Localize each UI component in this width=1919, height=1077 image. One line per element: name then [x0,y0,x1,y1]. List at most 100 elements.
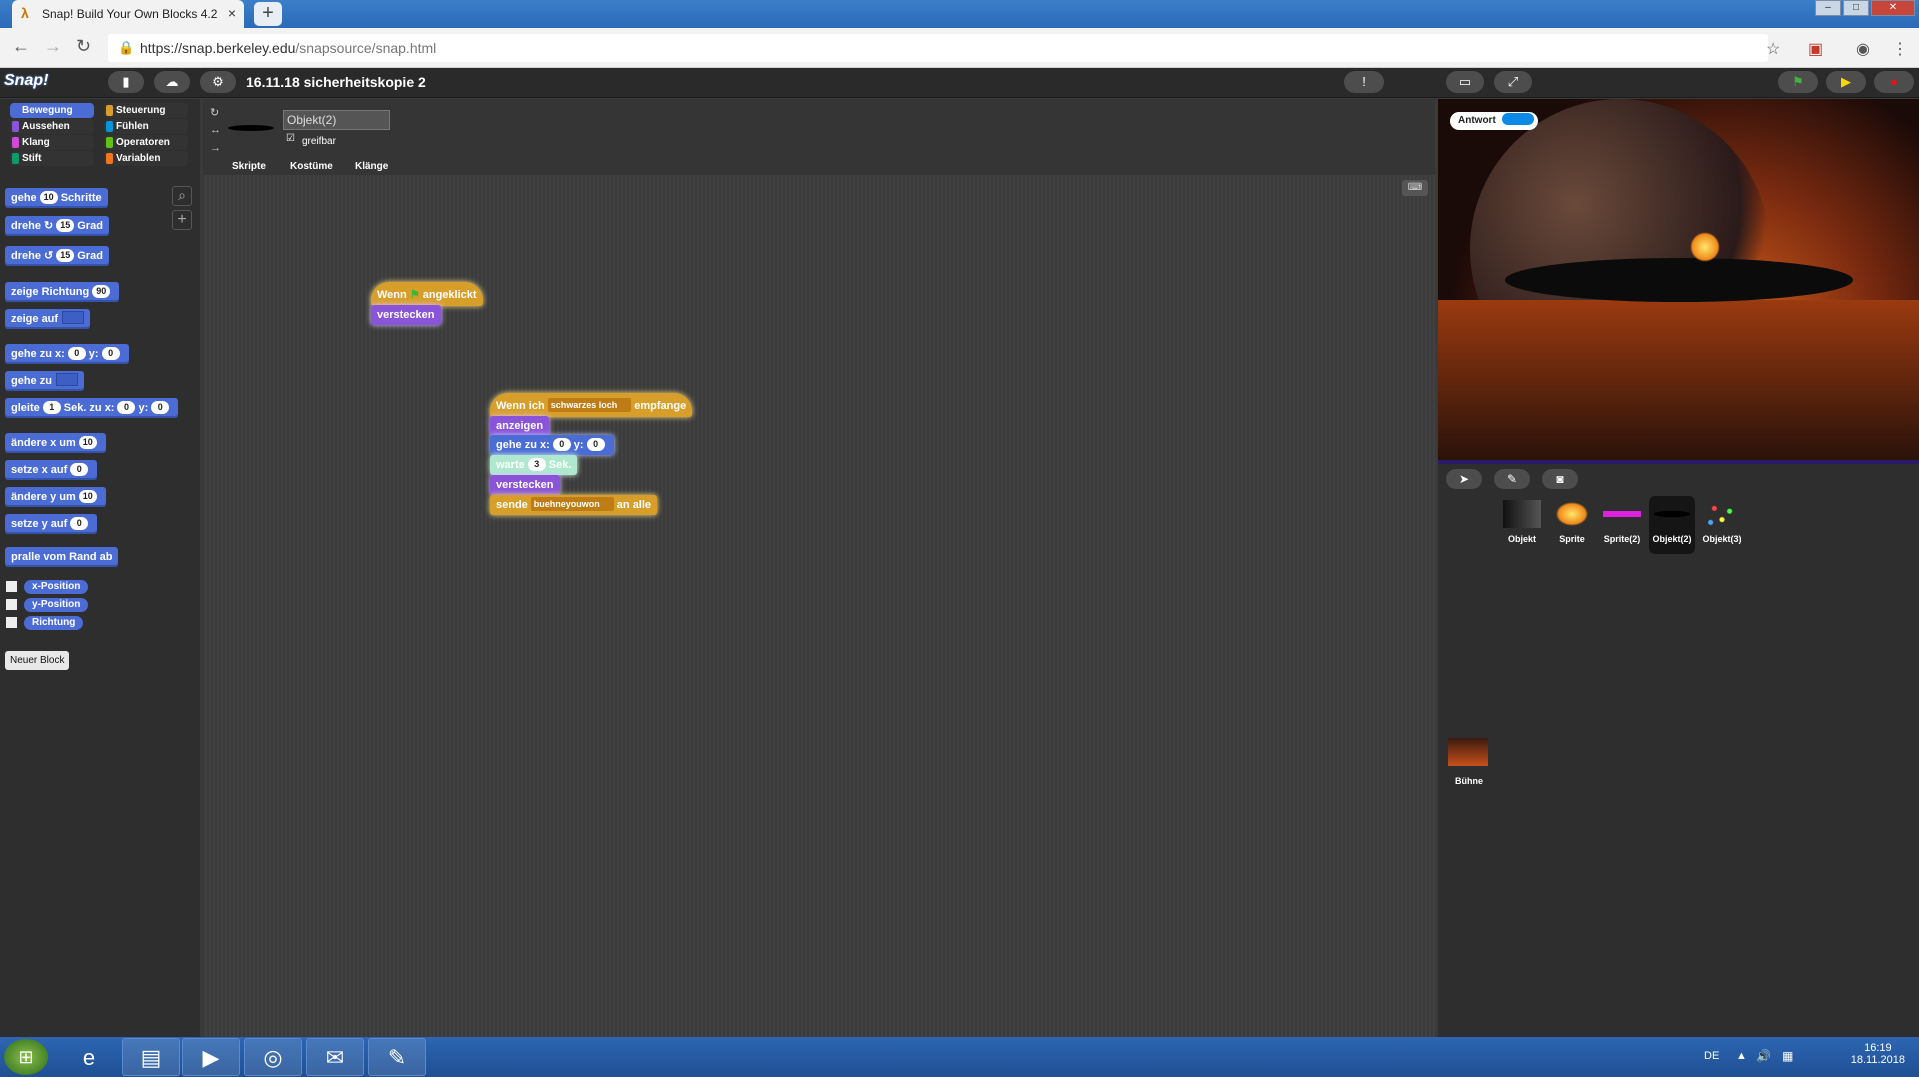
number-slot[interactable]: 10 [78,490,97,503]
block-gehe-schritte[interactable]: gehe 10 Schritte [5,188,108,208]
meteor-sprite[interactable] [1690,232,1720,262]
block-warte[interactable]: warte 3 Sek. [490,455,578,475]
block-drehe-rechts[interactable]: drehe ↻ 15 Grad [5,216,109,236]
snap-logo[interactable]: Snap! [4,72,48,90]
tab-klaenge[interactable]: Klänge [355,161,388,172]
block-gehe-zu-xy[interactable]: gehe zu x: 0 y: 0 [5,344,129,364]
reporter-y-position[interactable]: y-Position [24,598,89,612]
settings-button[interactable]: ⚙ [200,71,236,93]
browser-tab[interactable]: λ Snap! Build Your Own Blocks 4.2 × [12,0,244,28]
number-slot[interactable]: 0 [67,347,86,360]
menu-icon[interactable]: ⋮ [1892,39,1908,59]
sprite-objekt-2[interactable]: Objekt(2) [1649,496,1695,554]
category-klang[interactable]: Klang [10,135,94,150]
file-explorer-icon[interactable]: ▤ [122,1038,180,1076]
tab-skripte[interactable]: Skripte [232,161,266,172]
draggable-checkbox[interactable]: ☑ [286,133,295,144]
dropdown-slot[interactable] [62,311,85,324]
category-operatoren[interactable]: Operatoren [104,135,188,150]
block-setze-y[interactable]: setze y auf 0 [5,514,98,534]
sprite-sprite[interactable]: Sprite [1549,496,1595,554]
normal-stage-button[interactable]: ▭ [1446,71,1484,93]
forward-arrow-icon[interactable]: → [44,36,62,57]
hat-green-flag-clicked[interactable]: Wenn ⚑ angeklickt [371,282,483,306]
richtung-checkbox[interactable] [6,617,17,628]
paint-icon[interactable]: ✎ [368,1038,426,1076]
number-slot[interactable]: 10 [39,191,58,204]
number-slot[interactable]: 15 [56,219,75,232]
y-position-checkbox[interactable] [6,599,17,610]
network-icon[interactable]: ▦ [1782,1049,1793,1063]
close-tab-icon[interactable]: × [228,5,236,21]
number-slot[interactable]: 0 [70,517,89,530]
block-sende-an-alle[interactable]: sende buehneyouwon an alle [490,495,658,515]
block-drehe-links[interactable]: drehe ↺ 15 Grad [5,246,109,266]
sprite-objekt-3[interactable]: Objekt(3) [1699,496,1745,554]
block-aendere-x[interactable]: ändere x um 10 [5,433,106,453]
category-fuehlen[interactable]: Fühlen [104,119,188,134]
camera-sprite-button[interactable]: ◙ [1542,469,1578,489]
back-arrow-icon[interactable]: ← [12,36,30,57]
sprite-name-field[interactable]: Objekt(2) [283,110,390,130]
number-slot[interactable]: 0 [151,401,170,414]
x-position-checkbox[interactable] [6,581,17,592]
block-gehe-zu[interactable]: gehe zu [5,371,84,391]
cloud-menu-button[interactable]: ☁ [154,71,190,93]
number-slot[interactable]: 0 [552,438,571,451]
clock[interactable]: 16:19 18.11.2018 [1851,1042,1905,1066]
close-window-button[interactable]: ✕ [1871,0,1915,16]
language-indicator[interactable]: DE [1704,1050,1719,1062]
hat-when-i-receive[interactable]: Wenn ich schwarzes loch empfange [490,393,693,417]
rotate-none-icon[interactable]: → [210,142,221,154]
rotate-any-icon[interactable]: ↻ [210,106,219,119]
block-verstecken[interactable]: verstecken [490,475,560,495]
file-menu-button[interactable]: ▮ [108,71,144,93]
reporter-x-position[interactable]: x-Position [24,580,89,594]
internet-explorer-icon[interactable]: e [60,1038,118,1076]
number-slot[interactable]: 0 [70,463,89,476]
minimize-button[interactable]: – [1815,0,1841,16]
black-hole-sprite[interactable] [1505,258,1853,302]
presentation-button[interactable]: ⤢ [1494,71,1532,93]
category-aussehen[interactable]: Aussehen [10,119,94,134]
sprite-sprite-2[interactable]: Sprite(2) [1599,496,1645,554]
number-slot[interactable]: 10 [78,436,97,449]
maximize-button[interactable]: □ [1843,0,1869,16]
block-pralle-vom-rand[interactable]: pralle vom Rand ab [5,547,119,567]
tab-kostueme[interactable]: Kostüme [290,161,333,172]
block-aendere-y[interactable]: ändere y um 10 [5,487,106,507]
block-zeige-richtung[interactable]: zeige Richtung 90 [5,282,120,302]
rotate-lr-icon[interactable]: ↔ [210,124,221,136]
new-block-button[interactable]: Neuer Block [5,651,70,670]
block-gleite[interactable]: gleite 1 Sek. zu x: 0 y: 0 [5,398,179,418]
number-slot[interactable]: 0 [117,401,136,414]
stop-button[interactable]: ● [1874,71,1914,93]
number-slot[interactable]: 0 [586,438,605,451]
block-gehe-zu-xy[interactable]: gehe zu x: 0 y: 0 [490,435,614,455]
paint-new-sprite-button[interactable]: ✎ [1494,469,1530,489]
category-steuerung[interactable]: Steuerung [104,103,188,118]
star-icon[interactable]: ☆ [1766,39,1780,59]
stage-thumbnail[interactable]: Bühne [1448,738,1490,796]
green-flag-button[interactable]: ⚑ [1778,71,1818,93]
make-block-icon[interactable]: + [172,210,192,230]
extension-icon[interactable]: ▣ [1808,39,1823,59]
block-zeige-auf[interactable]: zeige auf [5,309,91,329]
url-text[interactable]: https://snap.berkeley.edu/snapsource/sna… [140,40,436,56]
volume-icon[interactable]: 🔊 [1756,1049,1771,1063]
category-bewegung[interactable]: Bewegung [10,103,94,118]
sprite-objekt[interactable]: Objekt [1499,496,1545,554]
reporter-richtung[interactable]: Richtung [24,616,84,630]
account-icon[interactable]: ◉ [1856,39,1870,59]
category-variablen[interactable]: Variablen [104,151,188,166]
media-player-icon[interactable]: ▶ [182,1038,240,1076]
number-slot[interactable]: 3 [527,458,546,471]
dropdown-slot[interactable] [55,373,78,386]
block-verstecken[interactable]: verstecken [371,305,441,325]
block-anzeigen[interactable]: anzeigen [490,416,550,436]
message-dropdown[interactable]: schwarzes loch [547,398,632,412]
block-setze-x[interactable]: setze x auf 0 [5,460,98,480]
chrome-icon[interactable]: ◎ [244,1038,302,1076]
unused-blocks-button[interactable]: ! [1344,71,1384,93]
pause-button[interactable]: ▶ [1826,71,1866,93]
